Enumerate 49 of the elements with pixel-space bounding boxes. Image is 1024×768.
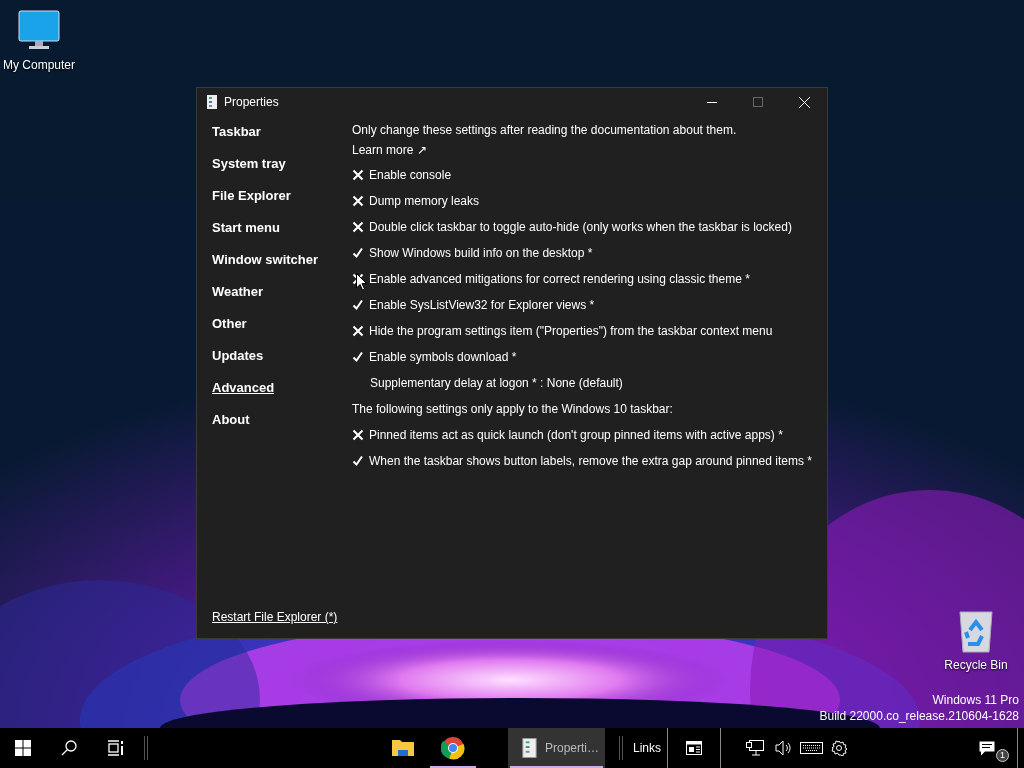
sidebar-item[interactable]: Updates xyxy=(212,340,352,372)
setting-toggle[interactable]: Show Windows build info on the desktop * xyxy=(352,244,593,262)
setting-toggle[interactable]: Enable advanced mitigations for correct rendering using classic theme * xyxy=(352,270,750,288)
cursor-icon xyxy=(356,273,367,291)
intro-text: Only change these settings after reading the documentation about them. xyxy=(352,123,738,138)
sidebar-item[interactable]: Other xyxy=(212,308,352,340)
keyboard-icon xyxy=(799,742,823,754)
sidebar-item[interactable]: Advanced xyxy=(212,372,352,404)
sidebar-item[interactable]: About xyxy=(212,404,352,436)
setting-toggle[interactable]: Enable console xyxy=(352,166,452,184)
document-icon xyxy=(520,737,539,759)
sidebar-item[interactable]: System tray xyxy=(212,148,352,180)
notification-button[interactable]: 1 xyxy=(957,728,1017,768)
sidebar-item[interactable]: Taskbar xyxy=(212,116,352,148)
desktop-icon-label[interactable]: My Computer xyxy=(3,56,75,74)
news-icon xyxy=(686,741,702,755)
task-view-icon xyxy=(107,740,123,756)
setting-toggle[interactable]: Double click taskbar to toggle auto-hide (only works when the taskbar is locked) xyxy=(352,218,792,236)
setting-dropdown[interactable]: Supplementary delay at logon * : None (default) xyxy=(352,374,623,392)
section-text: The following settings only apply to the Windows 10 taskbar: xyxy=(352,401,673,418)
setting-toggle[interactable]: Dump memory leaks xyxy=(352,192,480,210)
desktop-icon-label[interactable]: Recycle Bin xyxy=(944,656,1008,674)
build-info-text: Windows 11 Pro xyxy=(931,692,1019,708)
window-title: Properties xyxy=(224,94,279,111)
message-icon xyxy=(979,740,995,756)
setting-toggle[interactable]: Enable SysListView32 for Explorer views * xyxy=(352,296,595,314)
setting-toggle[interactable]: Enable symbols download * xyxy=(352,348,517,366)
setting-toggle[interactable]: Hide the program settings item ("Properties") from the taskbar context menu xyxy=(352,322,773,340)
taskbar-app-button[interactable]: Properti… xyxy=(508,728,605,768)
volume-icon xyxy=(775,740,791,756)
settings-icon xyxy=(831,740,847,756)
sidebar-item[interactable]: Weather xyxy=(212,276,352,308)
sidebar-item[interactable]: Start menu xyxy=(212,212,352,244)
windows-logo-icon xyxy=(15,740,31,756)
build-info-text: Build 22000.co_release.210604-1628 xyxy=(819,708,1019,724)
search-icon xyxy=(61,740,77,756)
setting-toggle[interactable]: When the taskbar shows button labels, remove the extra gap around pinned items * xyxy=(352,452,812,470)
notification-badge: 1 xyxy=(996,749,1009,762)
browser-icon xyxy=(441,736,465,760)
sidebar-item[interactable]: Window switcher xyxy=(212,244,352,276)
maximize-icon xyxy=(753,97,763,107)
close-icon xyxy=(798,96,810,108)
network-icon xyxy=(746,740,764,756)
setting-toggle[interactable]: Pinned items act as quick launch (don't group pinned items with active apps) * xyxy=(352,426,783,444)
restart-link[interactable]: Restart File Explorer (*) xyxy=(212,608,338,626)
app-icon xyxy=(206,95,218,109)
learn-more-link[interactable]: Learn more ↗ xyxy=(352,141,427,159)
toolbar-label: Links xyxy=(632,740,662,757)
sidebar-item[interactable]: File Explorer xyxy=(212,180,352,212)
